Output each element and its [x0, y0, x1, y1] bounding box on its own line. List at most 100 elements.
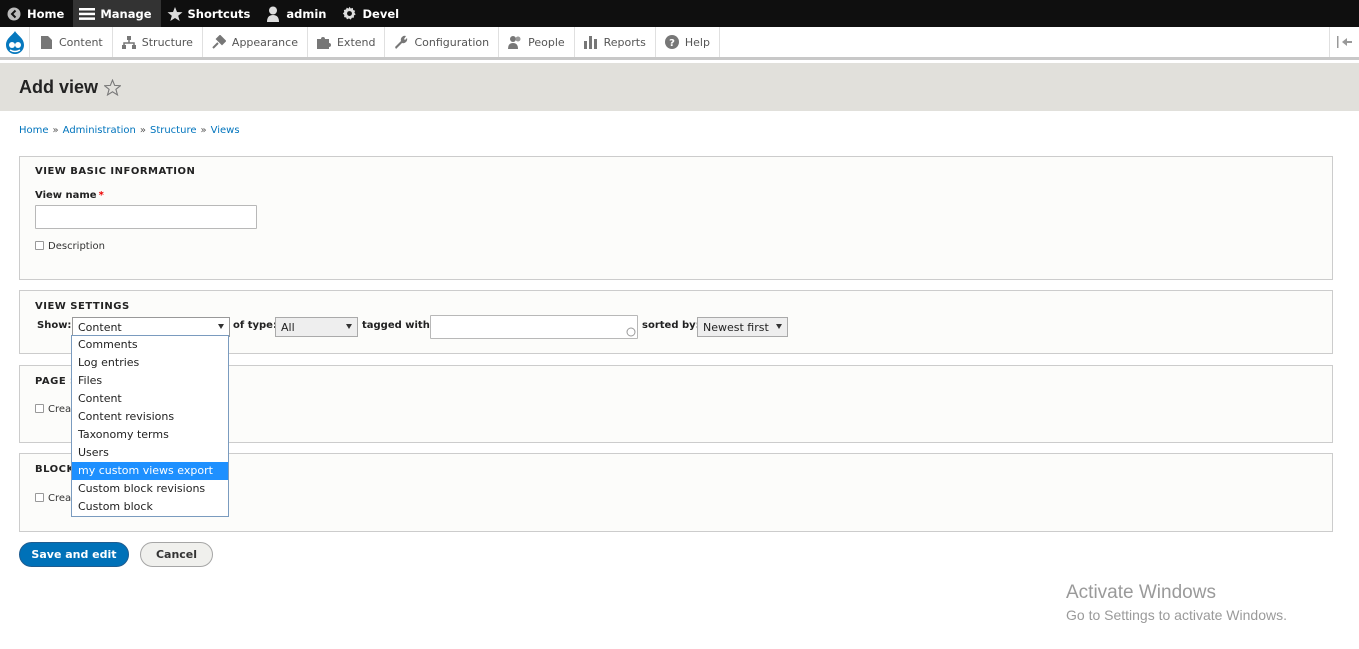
breadcrumb-structure[interactable]: Structure: [150, 125, 197, 136]
menu-icon: [79, 6, 96, 22]
cancel-button[interactable]: Cancel: [140, 542, 213, 567]
sorted-by-select[interactable]: Newest first: [697, 317, 788, 337]
view-name-input[interactable]: [35, 205, 257, 229]
gear-icon: [342, 6, 358, 22]
tray-item-label: Reports: [603, 35, 646, 49]
bar-chart-icon: [583, 35, 598, 49]
shortcut-star-icon[interactable]: [104, 78, 122, 96]
dropdown-option[interactable]: Custom block revisions: [72, 480, 228, 498]
autocomplete-throbber-icon: [626, 322, 636, 341]
help-icon: ?: [664, 35, 679, 49]
dropdown-option[interactable]: Taxonomy terms: [72, 426, 228, 444]
svg-text:?: ?: [669, 38, 675, 49]
block-settings-legend: BLOCK: [35, 464, 75, 475]
tray-item-label: People: [528, 35, 565, 49]
tray-orientation-toggle[interactable]: [1329, 27, 1359, 57]
dropdown-option[interactable]: Content: [72, 390, 228, 408]
tray-item-label: Appearance: [231, 35, 298, 49]
toolbar-shortcuts[interactable]: Shortcuts: [161, 0, 260, 27]
tray-item-label: Configuration: [414, 35, 490, 49]
user-icon: [265, 6, 281, 22]
dropdown-option[interactable]: Log entries: [72, 354, 228, 372]
of-type-label: of type:: [233, 320, 277, 331]
tray-item-label: Extend: [336, 35, 376, 49]
view-settings-legend: VIEW SETTINGS: [35, 301, 130, 312]
create-block-checkbox[interactable]: [35, 493, 44, 502]
document-icon: [39, 35, 53, 49]
breadcrumb-administration[interactable]: Administration: [63, 125, 136, 136]
brush-icon: [212, 35, 226, 49]
breadcrumb-views[interactable]: Views: [211, 125, 240, 136]
dropdown-option-highlighted[interactable]: my custom views export: [72, 462, 228, 480]
breadcrumb-separator: »: [200, 125, 207, 136]
create-page-checkbox[interactable]: [35, 404, 44, 413]
save-and-edit-button[interactable]: Save and edit: [19, 542, 129, 567]
dropdown-option[interactable]: Users: [72, 444, 228, 462]
tray-item-label: Help: [684, 35, 710, 49]
breadcrumb-separator: »: [139, 125, 146, 136]
description-checkbox[interactable]: [35, 241, 44, 250]
dropdown-option[interactable]: Custom block: [72, 498, 228, 516]
toolbar-devel-label: Devel: [362, 6, 400, 21]
tray-item-label: Structure: [141, 35, 193, 49]
description-label: Description: [48, 241, 105, 252]
of-type-select-value: All: [281, 320, 295, 334]
breadcrumb-separator: »: [52, 125, 59, 136]
drupal-logo-icon[interactable]: [0, 27, 30, 57]
structure-icon: [121, 35, 136, 49]
breadcrumb-home[interactable]: Home: [19, 125, 49, 136]
dropdown-option[interactable]: Content revisions: [72, 408, 228, 426]
toolbar-shortcuts-label: Shortcuts: [187, 6, 251, 21]
tray-item-people[interactable]: People: [499, 27, 575, 57]
tray-item-content[interactable]: Content: [30, 27, 113, 57]
toolbar-user[interactable]: admin: [259, 0, 335, 27]
toolbar-manage-label: Manage: [100, 6, 152, 21]
page-title: Add view: [19, 76, 99, 97]
admin-toolbar: Home Manage Shortcuts admin Devel: [0, 0, 1359, 27]
tray-item-extend[interactable]: Extend: [308, 27, 386, 57]
show-select-value: Content: [78, 320, 122, 334]
basic-info-fieldset: VIEW BASIC INFORMATION View name * Descri…: [19, 156, 1333, 280]
view-name-label-text: View name: [35, 190, 97, 201]
page-header: Add view: [0, 63, 1359, 111]
toolbar-home[interactable]: Home: [0, 0, 73, 27]
tray-item-appearance[interactable]: Appearance: [203, 27, 308, 57]
tray-item-help[interactable]: ? Help: [656, 27, 720, 57]
sorted-by-label: sorted by:: [642, 320, 700, 331]
tagged-with-label: tagged with:: [362, 320, 434, 331]
tray-item-label: Content: [59, 35, 103, 49]
people-icon: [508, 35, 522, 49]
toolbar-user-label: admin: [286, 6, 327, 21]
tagged-with-input[interactable]: [430, 315, 638, 339]
show-select[interactable]: Content: [72, 317, 230, 337]
back-circle-icon: [6, 6, 22, 22]
toolbar-manage[interactable]: Manage: [73, 0, 161, 27]
create-page-label: Crea: [48, 404, 72, 415]
toolbar-home-label: Home: [27, 6, 65, 21]
view-name-label: View name *: [35, 190, 104, 201]
activate-windows-title: Activate Windows: [1066, 582, 1216, 603]
tray-item-configuration[interactable]: Configuration: [385, 27, 500, 57]
toolbar-devel[interactable]: Devel: [336, 0, 409, 27]
star-icon: [167, 6, 183, 22]
create-block-label: Crea: [48, 493, 72, 504]
puzzle-icon: [316, 35, 331, 49]
sorted-by-select-value: Newest first: [703, 320, 769, 334]
of-type-select[interactable]: All: [275, 317, 358, 337]
collapse-left-icon: [1336, 33, 1353, 52]
dropdown-option[interactable]: Comments: [72, 336, 228, 354]
tray-item-structure[interactable]: Structure: [113, 27, 203, 57]
show-label: Show:: [37, 320, 72, 331]
required-mark: *: [98, 190, 104, 201]
wrench-icon: [394, 35, 408, 49]
chevron-down-icon: [346, 324, 352, 329]
show-dropdown-list: Comments Log entries Files Content Conte…: [71, 335, 229, 517]
chevron-down-icon: [218, 324, 224, 329]
toolbar-tray: Content Structure Appearance Extend Conf…: [0, 27, 1359, 60]
chevron-down-icon: [776, 324, 782, 329]
breadcrumb: Home » Administration » Structure » View…: [19, 125, 240, 136]
activate-windows-subtitle: Go to Settings to activate Windows.: [1066, 607, 1287, 623]
dropdown-option[interactable]: Files: [72, 372, 228, 390]
basic-info-legend: VIEW BASIC INFORMATION: [35, 166, 196, 177]
tray-item-reports[interactable]: Reports: [575, 27, 656, 57]
